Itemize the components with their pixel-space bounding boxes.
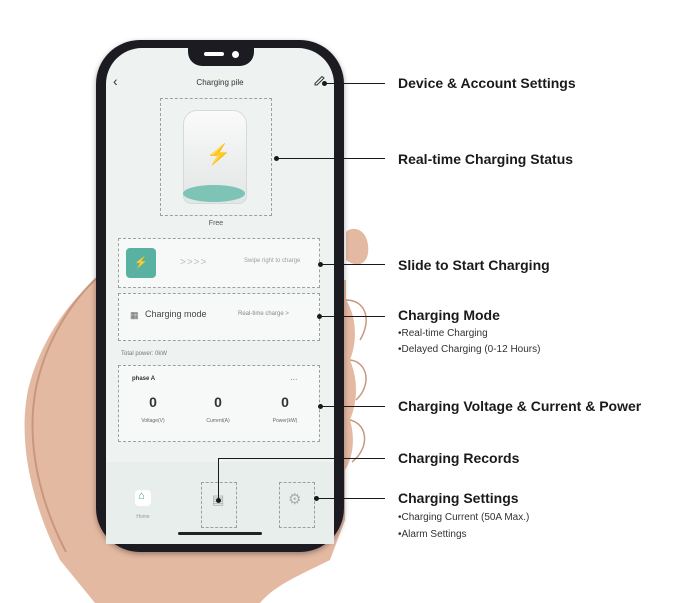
callout-charging-settings: Charging Settings [398,490,519,506]
slide-hint-text: Swipe right to charge [244,258,301,264]
gear-icon: ⚙ [288,491,302,508]
voltage-unit: Voltage(V) [141,418,165,424]
callout-line-mode [320,316,385,317]
front-camera [232,51,239,58]
callout-line-settings [325,83,385,84]
slide-handle-button[interactable]: ⚡ [126,248,156,278]
callout-settings-item: •Alarm Settings [398,529,467,540]
callout-realtime-status: Real-time Charging Status [398,151,574,167]
charger-status-text: Free [208,220,224,227]
charger-base-indicator [183,185,245,202]
voltage-value: 0 [149,394,157,410]
current-unit: Current(A) [206,418,230,424]
current-value: 0 [214,394,222,410]
callout-line-records [218,458,385,459]
charging-mode-label: Charging mode [145,309,207,319]
home-indicator [178,532,262,535]
product-illustration: ‹ Charging pile ⚡ Free ⚡ >>>> Swipe righ… [0,0,700,603]
more-options-icon[interactable]: ... [290,372,298,382]
callout-mode-item: •Delayed Charging (0-12 Hours) [398,344,541,355]
charging-mode-value[interactable]: Real-time charge > [238,311,289,317]
callout-settings-item: •Charging Current (50A Max.) [398,512,530,523]
grid-icon: ▦ [130,310,139,320]
screen-title: Charging pile [196,78,244,87]
lightning-bolt-icon: ⚡ [206,144,231,166]
back-arrow-icon[interactable]: ‹ [113,73,118,89]
tab-home-label: Home [136,514,150,520]
callout-slide-start: Slide to Start Charging [398,257,550,273]
phase-title: phase A [132,376,156,382]
callout-dot-records [216,498,221,503]
slide-chevrons: >>>> [180,257,208,268]
callout-charging-records: Charging Records [398,450,520,466]
home-icon: ⌂ [138,490,145,502]
callout-device-settings: Device & Account Settings [398,75,576,91]
power-unit: Power(kW) [272,418,298,424]
callout-line-settings-tab [317,498,385,499]
phone-notch [188,46,254,66]
callout-charging-mode: Charging Mode [398,307,500,323]
callout-line-status [277,158,385,159]
callout-vline-records [218,458,219,498]
total-power-line: Total power: 0kW [121,351,168,357]
speaker-slot [204,52,224,56]
callout-mode-item: •Real-time Charging [398,328,488,339]
power-value: 0 [281,394,289,410]
callout-line-slide [321,264,385,265]
callout-voltage-current-power: Charging Voltage & Current & Power [398,398,642,414]
callout-line-vcp [321,406,385,407]
